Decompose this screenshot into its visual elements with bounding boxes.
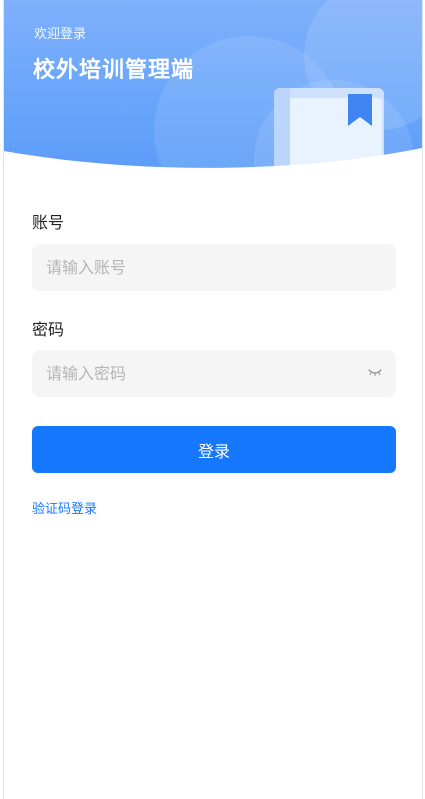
password-field-wrapper [32,350,396,397]
login-button[interactable]: 登录 [32,426,396,473]
header-wave [4,148,422,175]
password-label: 密码 [32,320,65,339]
account-input[interactable] [32,244,396,291]
right-border [422,0,423,799]
header-banner: 欢迎登录 校外培训管理端 [4,0,422,175]
account-field-wrapper [32,244,396,291]
sms-code-login-link[interactable]: 验证码登录 [32,498,97,517]
page-title: 校外培训管理端 [33,58,195,83]
welcome-text: 欢迎登录 [34,27,87,42]
password-input[interactable] [32,350,396,397]
eye-closed-icon[interactable] [368,368,382,378]
account-label: 账号 [32,213,65,232]
